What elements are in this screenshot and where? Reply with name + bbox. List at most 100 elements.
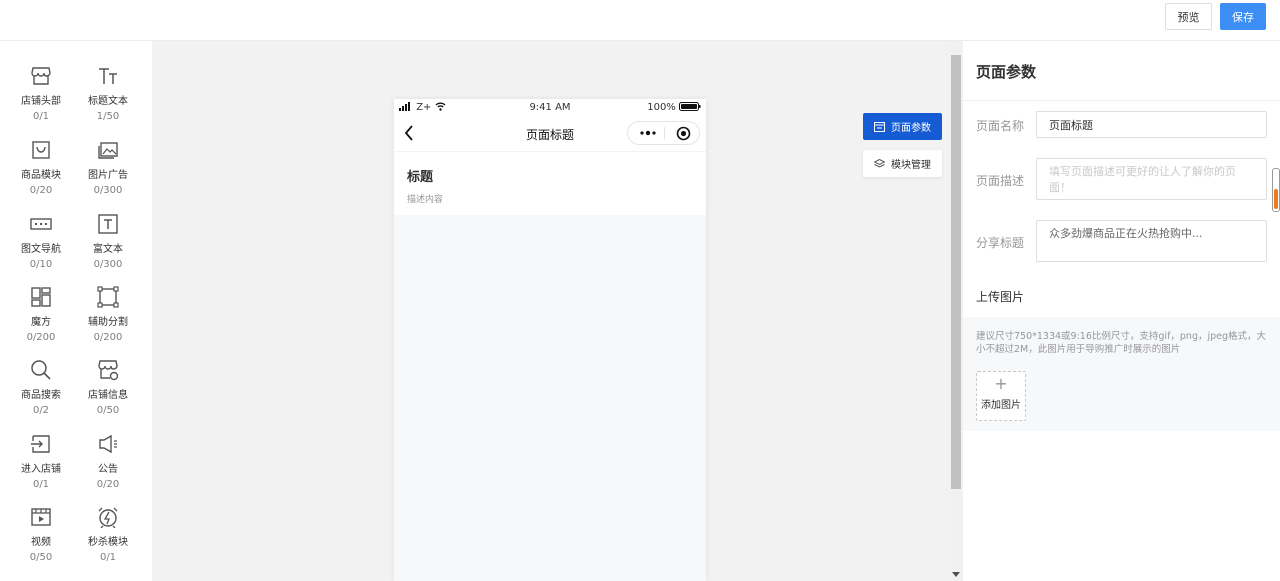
component-notice[interactable]: 公告 0/20 (78, 433, 138, 505)
block-title: 标题 (407, 170, 434, 185)
component-count: 0/300 (93, 259, 123, 270)
flash-sale-icon (98, 507, 118, 528)
save-button[interactable]: 保存 (1220, 3, 1266, 30)
search-icon (31, 360, 51, 380)
component-store-header[interactable]: 店铺头部 0/1 (11, 65, 71, 137)
component-name: 辅助分割 (88, 317, 128, 328)
page-icon (874, 121, 885, 132)
component-name: 商品搜索 (21, 390, 61, 401)
plus-icon: + (994, 374, 1008, 393)
editor-canvas: Z+ 9:41 AM 100% 页面标题 标题 描述内容 页面参数 模块管理 (152, 41, 949, 581)
module-manage-button[interactable]: 模块管理 (863, 150, 942, 177)
component-count: 0/200 (26, 332, 56, 343)
rich-text-icon (98, 214, 118, 234)
scroll-indicator-fill (1274, 189, 1278, 209)
component-count: 0/50 (96, 405, 120, 416)
page-params-button[interactable]: 页面参数 (863, 113, 942, 140)
image-ad-icon (98, 142, 118, 159)
component-count: 0/20 (96, 479, 120, 490)
component-name: 魔方 (31, 317, 51, 328)
component-rich-text[interactable]: 富文本 0/300 (78, 213, 138, 285)
component-count: 0/50 (29, 552, 53, 563)
component-enter-store[interactable]: 进入店铺 0/1 (11, 433, 71, 505)
store-info-icon (98, 360, 119, 381)
component-name: 秒杀模块 (88, 537, 128, 548)
component-count: 0/200 (93, 332, 123, 343)
component-count: 0/1 (32, 479, 50, 490)
capsule-divider (664, 127, 665, 140)
enter-store-icon (31, 435, 50, 453)
battery-icon (679, 102, 701, 111)
module-manage-label: 模块管理 (891, 160, 931, 171)
cube-icon (31, 287, 51, 307)
page-name-input[interactable]: 页面标题 (1036, 111, 1267, 138)
scroll-down-arrow-icon[interactable] (952, 572, 960, 577)
add-image-button[interactable]: + 添加图片 (976, 371, 1026, 421)
upload-image-area: 建议尺寸750*1334或9:16比例尺寸，支持gif，png，jpeg格式，大… (963, 317, 1280, 431)
notice-icon (99, 434, 117, 454)
component-count: 0/10 (29, 259, 53, 270)
close-circle-icon[interactable] (676, 126, 691, 141)
component-name: 商品模块 (21, 170, 61, 181)
component-count: 0/20 (29, 185, 53, 196)
scrollbar-thumb[interactable] (951, 55, 961, 489)
title-text-icon (99, 68, 117, 84)
component-count: 0/2 (32, 405, 50, 416)
component-name: 标题文本 (88, 96, 128, 107)
page-desc-textarea[interactable]: 填写页面描述可更好的让人了解你的页面！ (1036, 158, 1267, 200)
component-cube[interactable]: 魔方 0/200 (11, 286, 71, 358)
goods-module-icon (32, 141, 50, 159)
title-text-block[interactable]: 标题 描述内容 (394, 151, 706, 215)
panel-divider (963, 100, 1280, 101)
panel-title: 页面参数 (976, 63, 1037, 81)
component-goods-search[interactable]: 商品搜索 0/2 (11, 359, 71, 431)
phone-preview: Z+ 9:41 AM 100% 页面标题 标题 描述内容 (394, 99, 706, 581)
video-icon (31, 508, 51, 526)
battery-label: 100% (647, 102, 676, 113)
preview-button[interactable]: 预览 (1165, 3, 1212, 30)
component-image-ad[interactable]: 图片广告 0/300 (78, 139, 138, 211)
phone-nav-bar: 页面标题 (394, 116, 706, 151)
component-name: 图片广告 (88, 170, 128, 181)
battery-indicator: 100% (647, 102, 701, 113)
upload-image-title: 上传图片 (976, 290, 1025, 304)
upload-tip: 建议尺寸750*1334或9:16比例尺寸，支持gif，png，jpeg格式，大… (976, 331, 1267, 355)
component-store-info[interactable]: 店铺信息 0/50 (78, 359, 138, 431)
component-flash-sale[interactable]: 秒杀模块 0/1 (78, 506, 138, 578)
component-divider[interactable]: 辅助分割 0/200 (78, 286, 138, 358)
component-panel: 店铺头部 0/1 标题文本 1/50 商品模块 0/20 图片广告 0/300 … (0, 41, 152, 581)
component-name: 富文本 (93, 244, 123, 255)
share-title-label: 分享标题 (976, 236, 1025, 250)
page-desc-label: 页面描述 (976, 174, 1025, 188)
mini-program-capsule (627, 121, 700, 145)
status-bar: Z+ 9:41 AM 100% (394, 99, 706, 116)
component-name: 店铺信息 (88, 390, 128, 401)
component-count: 0/1 (99, 552, 117, 563)
component-image-nav[interactable]: 图文导航 0/10 (11, 213, 71, 285)
component-video[interactable]: 视频 0/50 (11, 506, 71, 578)
component-count: 0/300 (93, 185, 123, 196)
component-count: 0/1 (32, 111, 50, 122)
divider-icon (97, 286, 119, 308)
more-dots-icon[interactable] (639, 125, 657, 141)
component-name: 公告 (98, 464, 118, 475)
image-nav-icon (30, 218, 52, 230)
block-description: 描述内容 (407, 195, 444, 205)
settings-panel: 页面参数 页面名称 页面标题 页面描述 填写页面描述可更好的让人了解你的页面！ … (963, 41, 1280, 581)
add-image-label: 添加图片 (981, 400, 1021, 411)
component-name: 店铺头部 (21, 96, 61, 107)
page-name-label: 页面名称 (976, 119, 1025, 133)
page-params-label: 页面参数 (891, 123, 931, 134)
store-header-icon (31, 67, 51, 85)
canvas-scrollbar[interactable] (949, 41, 963, 581)
component-name: 视频 (31, 537, 51, 548)
component-goods-module[interactable]: 商品模块 0/20 (11, 139, 71, 211)
top-bar: 预览 保存 (0, 0, 1280, 41)
component-title-text[interactable]: 标题文本 1/50 (78, 65, 138, 137)
component-name: 图文导航 (21, 244, 61, 255)
layers-icon (874, 158, 885, 168)
component-count: 1/50 (96, 111, 120, 122)
panel-scroll-indicator[interactable] (1272, 168, 1280, 212)
share-title-textarea[interactable]: 众多劲爆商品正在火热抢购中... (1036, 220, 1267, 262)
component-name: 进入店铺 (21, 464, 61, 475)
